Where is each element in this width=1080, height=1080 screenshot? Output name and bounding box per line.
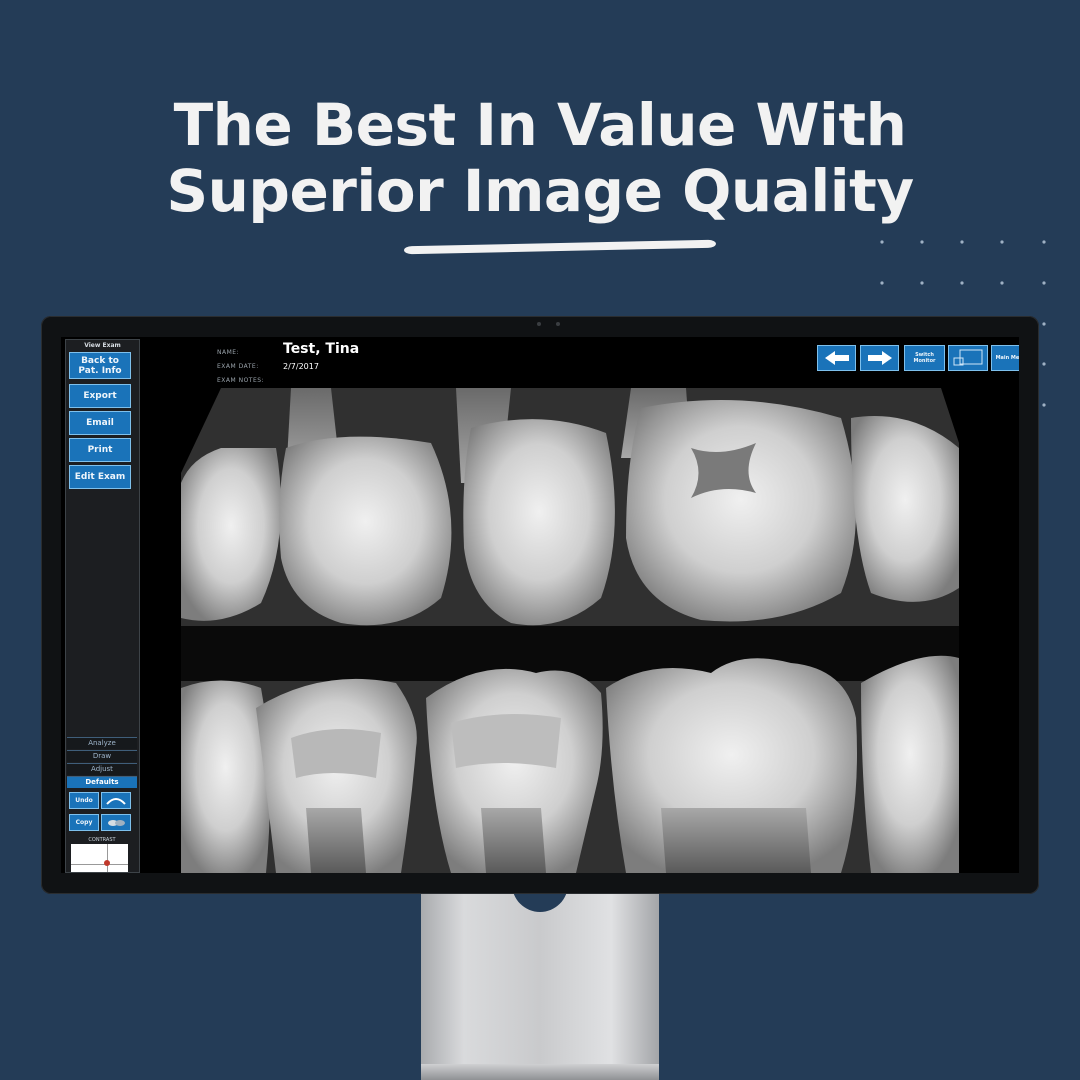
- tab-draw[interactable]: Draw: [67, 750, 137, 762]
- patient-name: Test, Tina: [283, 341, 360, 357]
- app-screen: View Exam Back to Pat. Info Export Email…: [61, 337, 1019, 873]
- monitor-icon: [953, 349, 983, 366]
- monitor-stand: [421, 893, 659, 1068]
- curve-tool-icon: [106, 797, 126, 805]
- name-label: NAME:: [217, 349, 240, 356]
- next-image-button[interactable]: [860, 345, 899, 371]
- main-menu-button[interactable]: Main Menu: [991, 345, 1019, 371]
- side-panel-caption: View Exam: [84, 342, 121, 349]
- undo-button[interactable]: Undo: [69, 792, 99, 809]
- contrast-curve-control[interactable]: [71, 844, 128, 872]
- contrast-handle[interactable]: [104, 860, 110, 866]
- exam-date: 2/7/2017: [283, 362, 319, 371]
- eraser-tool-button[interactable]: [101, 814, 131, 831]
- arrow-right-icon: [867, 351, 892, 365]
- edit-exam-button[interactable]: Edit Exam: [69, 465, 131, 489]
- eraser-tool-icon: [108, 819, 125, 826]
- side-panel: View Exam Back to Pat. Info Export Email…: [65, 339, 140, 873]
- headline-underline: [403, 239, 717, 255]
- arrow-left-icon: [824, 351, 849, 365]
- headline-line-1: The Best In Value With: [173, 91, 907, 159]
- headline-line-2: Superior Image Quality: [166, 157, 914, 225]
- email-button[interactable]: Email: [69, 411, 131, 435]
- monitor-stand-base: [421, 1064, 659, 1080]
- exam-date-label: EXAM DATE:: [217, 363, 259, 370]
- contrast-axis-horizontal: [71, 864, 128, 865]
- switch-monitor-button[interactable]: Switch Monitor: [904, 345, 945, 371]
- contrast-label: CONTRAST: [88, 837, 116, 843]
- dental-xray-image: [181, 388, 959, 873]
- headline: The Best In Value With Superior Image Qu…: [0, 92, 1080, 224]
- tab-adjust[interactable]: Adjust: [67, 763, 137, 775]
- tab-defaults[interactable]: Defaults: [67, 776, 137, 788]
- monitor-sensor: [556, 322, 560, 326]
- exam-notes-label: EXAM NOTES:: [217, 377, 265, 384]
- previous-image-button[interactable]: [817, 345, 856, 371]
- dual-monitor-button[interactable]: [948, 345, 988, 371]
- back-to-patient-info-button[interactable]: Back to Pat. Info: [69, 352, 131, 379]
- print-button[interactable]: Print: [69, 438, 131, 462]
- tab-analyze[interactable]: Analyze: [67, 737, 137, 749]
- contrast-axis-vertical: [107, 844, 108, 872]
- curve-tool-button[interactable]: [101, 792, 131, 809]
- monitor-camera: [537, 322, 541, 326]
- export-button[interactable]: Export: [69, 384, 131, 408]
- copy-button[interactable]: Copy: [69, 814, 99, 831]
- monitor: View Exam Back to Pat. Info Export Email…: [41, 316, 1039, 894]
